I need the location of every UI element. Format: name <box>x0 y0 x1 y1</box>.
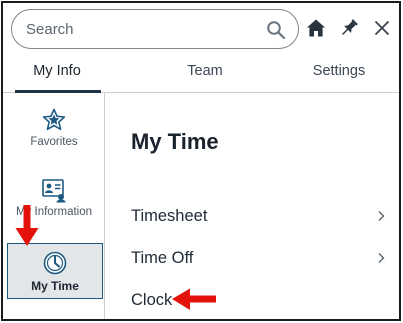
search-bar[interactable] <box>11 9 299 49</box>
annotation-arrow-down-icon <box>15 205 39 246</box>
menu-item-clock[interactable]: Clock <box>131 289 386 315</box>
chevron-right-icon <box>378 253 385 263</box>
sidebar-item-my-time[interactable]: My Time <box>7 243 103 299</box>
tab-team[interactable]: Team <box>161 63 249 79</box>
tab-settings[interactable]: Settings <box>295 63 383 79</box>
page-title: My Time <box>131 129 219 154</box>
chevron-right-icon <box>378 211 385 221</box>
id-card-icon <box>42 179 66 203</box>
app-panel: My Info Team Settings Favorites My Infor <box>1 1 401 321</box>
tab-bar: My Info Team Settings <box>3 55 399 93</box>
close-icon[interactable] <box>371 17 393 39</box>
search-icon[interactable] <box>266 20 286 40</box>
home-icon[interactable] <box>305 17 327 39</box>
pin-icon[interactable] <box>338 17 360 39</box>
menu-item-timesheet[interactable]: Timesheet <box>131 205 386 231</box>
annotation-arrow-left-icon <box>172 288 216 310</box>
sidebar-item-label: Favorites <box>30 136 78 148</box>
sidebar-item-favorites[interactable]: Favorites <box>3 107 105 167</box>
star-icon <box>42 108 66 131</box>
sidebar-item-label: My Time <box>31 279 79 293</box>
search-input[interactable] <box>26 19 256 39</box>
menu-item-label: Clock <box>131 291 173 309</box>
menu-item-label: Timesheet <box>131 207 208 225</box>
menu-item-label: Time Off <box>131 249 194 267</box>
menu-item-time-off[interactable]: Time Off <box>131 247 386 273</box>
clock-icon <box>43 251 67 275</box>
main-panel: My Time Timesheet Time Off Clock <box>106 93 399 319</box>
tab-my-info[interactable]: My Info <box>13 63 101 79</box>
